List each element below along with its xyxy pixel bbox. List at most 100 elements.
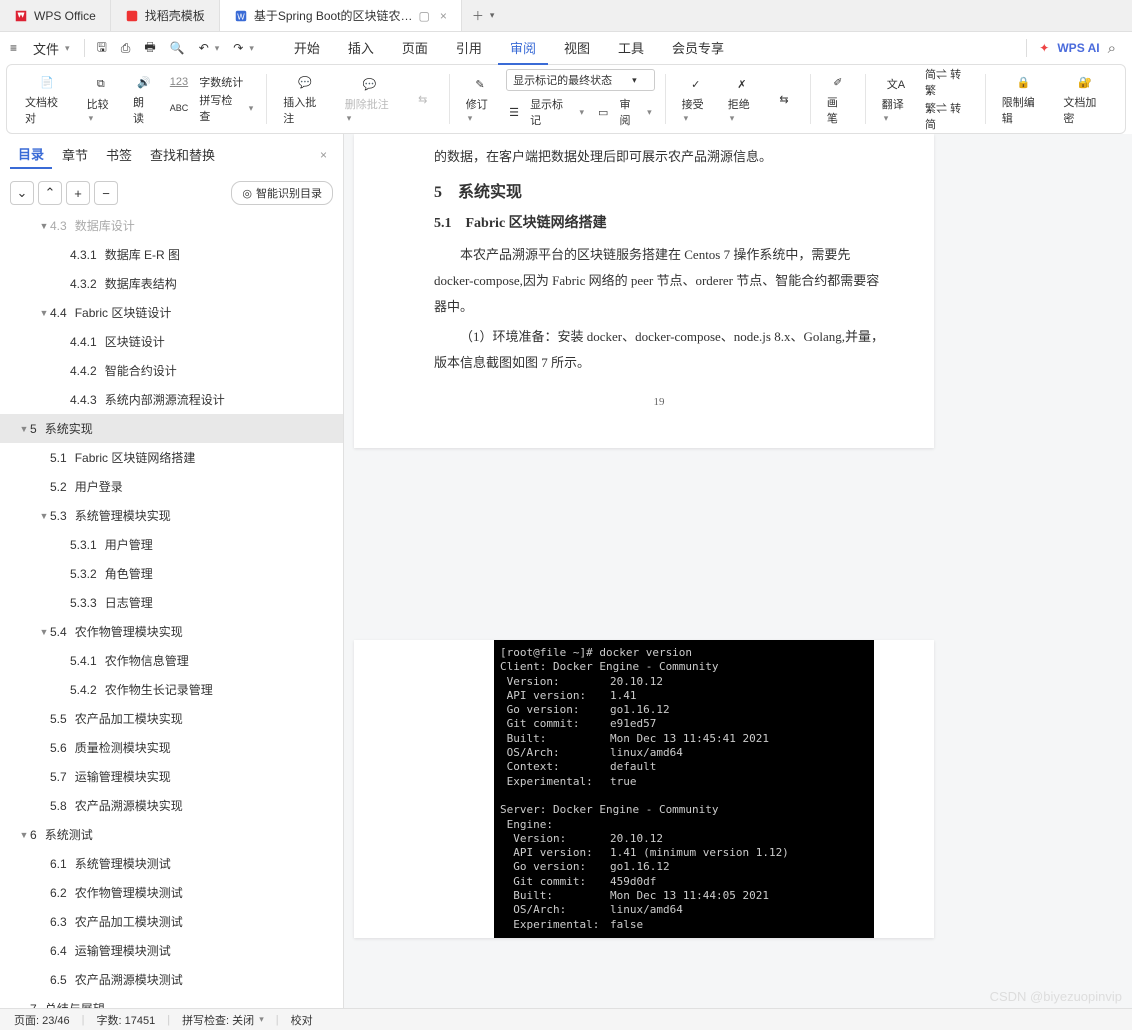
chevron-down-icon: ▾: [215, 43, 220, 54]
review-pane-button[interactable]: ▭ 审阅▾: [595, 95, 655, 129]
compare-button[interactable]: ⧉比较▾: [81, 72, 121, 126]
print-button[interactable]: 🖶: [138, 34, 161, 63]
toc-item[interactable]: ▼5系统实现: [0, 414, 343, 443]
app-tab-template[interactable]: 找稻壳模板: [111, 0, 220, 31]
collapse-button[interactable]: ⌄: [10, 181, 34, 205]
terminal-screenshot: [root@file ~]# docker version Client: Do…: [494, 640, 874, 938]
show-markup-button[interactable]: ☰ 显示标记▾: [506, 95, 587, 129]
page-indicator[interactable]: 页面: 23/46: [8, 1012, 76, 1028]
toc-item[interactable]: 5.4.1农作物信息管理: [0, 646, 343, 675]
toc-item[interactable]: 6.5农产品溯源模块测试: [0, 965, 343, 994]
toc-item[interactable]: 5.3.1用户管理: [0, 530, 343, 559]
redo-button[interactable]: ↷▾: [227, 37, 260, 59]
toc-item[interactable]: 4.4.1区块链设计: [0, 327, 343, 356]
add-toc-button[interactable]: +: [66, 181, 90, 205]
expand-button[interactable]: ⌃: [38, 181, 62, 205]
sidebar-tab[interactable]: 目录: [10, 140, 52, 169]
ai-button[interactable]: WPS AI: [1057, 41, 1099, 55]
read-aloud-button[interactable]: 🔊朗读: [127, 70, 161, 128]
collapse-arrow-icon[interactable]: ▼: [38, 511, 50, 521]
toc-item[interactable]: ▼6系统测试: [0, 820, 343, 849]
body-text: （1）环境准备：安装 docker、docker-compose、node.js…: [434, 324, 884, 376]
toc-item[interactable]: 5.8农产品溯源模块实现: [0, 791, 343, 820]
toc-item[interactable]: 5.2用户登录: [0, 472, 343, 501]
ribbon-tab-开始[interactable]: 开始: [282, 32, 332, 65]
encrypt-button[interactable]: 🔐文档加密: [1057, 70, 1113, 128]
chevron-down-icon[interactable]: ▾: [490, 10, 495, 21]
ribbon-tab-视图[interactable]: 视图: [552, 32, 602, 65]
chevron-down-icon: ▾: [249, 43, 254, 54]
close-sidebar-button[interactable]: ×: [314, 148, 333, 162]
hamburger-menu[interactable]: ≡: [4, 37, 23, 59]
toc-item[interactable]: 5.6质量检测模块实现: [0, 733, 343, 762]
restrict-editing-button[interactable]: 🔒限制编辑: [996, 70, 1052, 128]
sidebar-tab[interactable]: 章节: [54, 141, 96, 168]
new-tab-button[interactable]: ＋ ▾: [462, 0, 505, 31]
toc-item[interactable]: 5.7运输管理模块实现: [0, 762, 343, 791]
collapse-arrow-icon[interactable]: ▼: [38, 221, 50, 231]
body-text: 本农产品溯源平台的区块链服务搭建在 Centos 7 操作系统中，需要先dock…: [434, 242, 884, 320]
collapse-arrow-icon[interactable]: ▼: [18, 424, 30, 434]
to-simplified-button[interactable]: 繁⇌ 转简: [922, 99, 975, 133]
word-count-indicator[interactable]: 字数: 17451: [91, 1012, 162, 1028]
word-count-button[interactable]: 123 字数统计: [167, 73, 256, 91]
document-canvas[interactable]: H1 ⋮⋮ 的数据，在客户端把数据处理后即可展示农产品溯源信息。 5 系统实现 …: [344, 134, 1132, 1008]
toc-item[interactable]: 7总结与展望: [0, 994, 343, 1008]
sidebar-tab[interactable]: 书签: [98, 141, 140, 168]
toc-item[interactable]: 4.3.2数据库表结构: [0, 269, 343, 298]
undo-button[interactable]: ↶▾: [193, 37, 226, 59]
toc-item[interactable]: 5.4.2农作物生长记录管理: [0, 675, 343, 704]
app-tab-document[interactable]: W 基于Spring Boot的区块链农… ▢ ×: [220, 0, 462, 31]
nav-icon: ⇆: [774, 89, 794, 109]
toc-item[interactable]: 4.4.2智能合约设计: [0, 356, 343, 385]
search-icon[interactable]: ⌕: [1108, 40, 1116, 57]
proofing-indicator[interactable]: 校对: [285, 1012, 319, 1028]
toc-item[interactable]: 5.1Fabric 区块链网络搭建: [0, 443, 343, 472]
preview-button[interactable]: 🔍: [164, 37, 191, 59]
toc-item[interactable]: ▼5.3系统管理模块实现: [0, 501, 343, 530]
doc-proofing-button[interactable]: 📄文档校对: [19, 70, 75, 128]
toc-item[interactable]: ▼4.3数据库设计: [0, 211, 343, 240]
accept-button[interactable]: ✓接受▾: [676, 72, 716, 126]
change-nav-button[interactable]: ⇆: [768, 87, 800, 111]
toc-item[interactable]: 5.3.3日志管理: [0, 588, 343, 617]
document-page: [root@file ~]# docker version Client: Do…: [354, 640, 934, 938]
ribbon-tab-页面[interactable]: 页面: [390, 32, 440, 65]
close-icon[interactable]: ×: [440, 9, 447, 23]
collapse-arrow-icon[interactable]: ▼: [18, 830, 30, 840]
toc-item[interactable]: 5.3.2角色管理: [0, 559, 343, 588]
toc-item[interactable]: ▼5.4农作物管理模块实现: [0, 617, 343, 646]
collapse-arrow-icon[interactable]: ▼: [38, 308, 50, 318]
sidebar-tab[interactable]: 查找和替换: [142, 141, 223, 168]
translate-button[interactable]: 文A翻译▾: [876, 72, 916, 126]
toc-item[interactable]: 6.4运输管理模块测试: [0, 936, 343, 965]
pen-button[interactable]: ✐画笔: [821, 70, 855, 128]
app-tab-wps[interactable]: WPS Office: [0, 0, 111, 31]
markup-display-combo[interactable]: 显示标记的最终状态▾: [506, 69, 654, 91]
toc-item[interactable]: 5.5农产品加工模块实现: [0, 704, 343, 733]
spell-check-button[interactable]: ABC 拼写检查▾: [167, 91, 256, 125]
ribbon-tab-引用[interactable]: 引用: [444, 32, 494, 65]
save-button[interactable]: 🖫: [91, 34, 113, 63]
ribbon-tab-工具[interactable]: 工具: [606, 32, 656, 65]
toc-item[interactable]: 4.4.3系统内部溯源流程设计: [0, 385, 343, 414]
file-menu[interactable]: 文件▾: [25, 35, 78, 62]
ribbon-tab-会员专享[interactable]: 会员专享: [660, 32, 736, 65]
smart-toc-button[interactable]: ◎智能识别目录: [231, 181, 333, 205]
to-traditional-button[interactable]: 简⇌ 转繁: [922, 65, 975, 99]
ribbon-tab-审阅[interactable]: 审阅: [498, 32, 548, 65]
toc-item[interactable]: 4.3.1数据库 E-R 图: [0, 240, 343, 269]
track-changes-button[interactable]: ✎修订▾: [460, 72, 500, 126]
toc-item[interactable]: 6.1系统管理模块测试: [0, 849, 343, 878]
toc-item[interactable]: 6.2农作物管理模块测试: [0, 878, 343, 907]
export-button[interactable]: ⎙: [115, 37, 137, 60]
collapse-arrow-icon[interactable]: ▼: [38, 627, 50, 637]
reject-button[interactable]: ✗拒绝▾: [722, 72, 762, 126]
insert-comment-button[interactable]: 💬插入批注: [277, 70, 333, 128]
toc-item[interactable]: 6.3农产品加工模块测试: [0, 907, 343, 936]
monitor-icon[interactable]: ▢: [419, 9, 430, 23]
spell-check-indicator[interactable]: 拼写检查: 关闭▾: [176, 1012, 270, 1028]
ribbon-tab-插入[interactable]: 插入: [336, 32, 386, 65]
remove-toc-button[interactable]: −: [94, 181, 118, 205]
toc-item[interactable]: ▼4.4Fabric 区块链设计: [0, 298, 343, 327]
